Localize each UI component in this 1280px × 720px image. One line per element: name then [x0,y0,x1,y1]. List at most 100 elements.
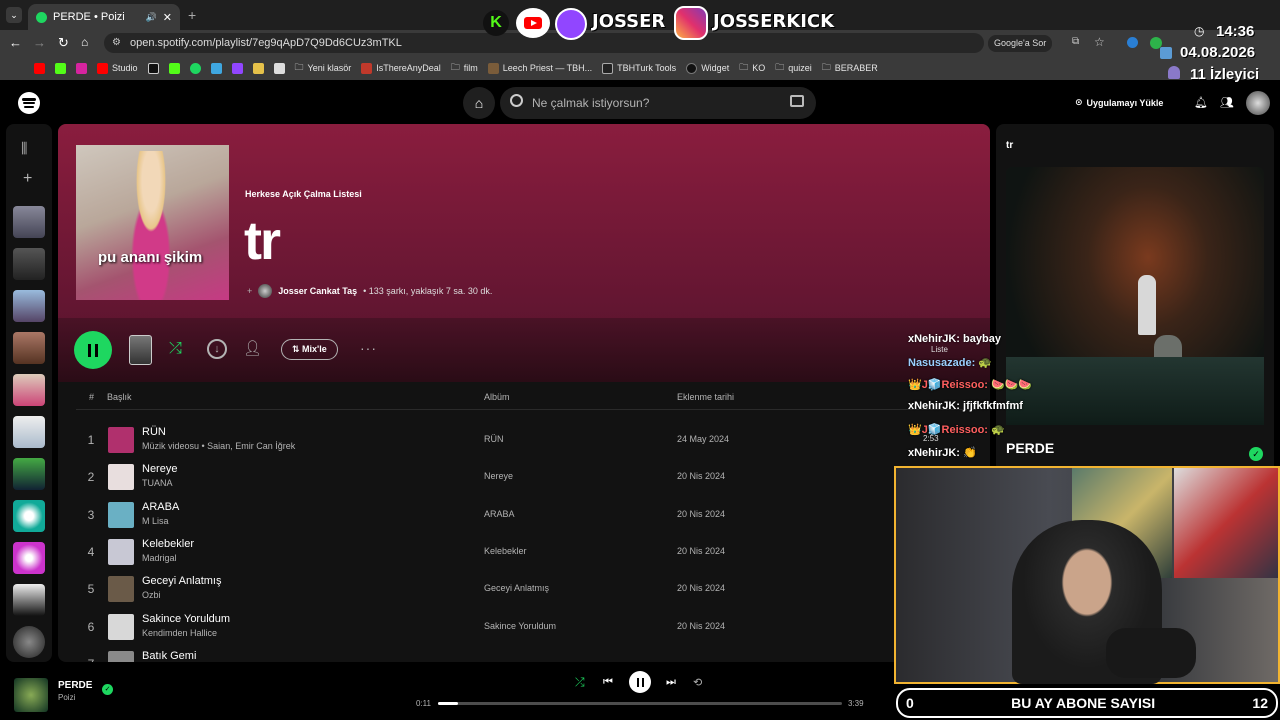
bookmark-studio[interactable]: Studio [97,62,138,74]
spotify-logo-icon[interactable] [18,92,40,114]
track-artist[interactable]: Ozbi [142,590,161,600]
track-album[interactable]: Sakince Yoruldum [484,621,556,631]
extension-icon[interactable] [1127,37,1138,48]
tab-close-icon[interactable]: ✕ [163,11,172,24]
forward-icon[interactable]: → [33,35,46,50]
library-item[interactable] [13,500,45,532]
track-title[interactable]: Batık Gemi [142,650,196,662]
track-artist[interactable]: Madrigal [142,553,177,563]
notifications-icon[interactable]: 🔔︎ [1194,96,1208,109]
col-album[interactable]: Albüm [484,392,510,402]
install-app-button[interactable]: ⊙ Uygulamayı Yükle [1075,97,1163,108]
google-ask-button[interactable]: Google'a Sor [988,35,1053,52]
shuffle-icon[interactable]: ⤮ [169,340,182,358]
bookmark-kick[interactable] [168,62,180,74]
owner-name[interactable]: Josser Cankat Taş [278,286,357,296]
back-icon[interactable]: ← [9,35,22,50]
browse-icon[interactable] [790,95,804,107]
library-item[interactable] [13,458,45,490]
address-field[interactable]: open.spotify.com/playlist/7eg9qApD7Q9Dd6… [104,33,984,53]
owner-avatar[interactable] [258,284,273,298]
bookmark-folder-beraber[interactable]: 🗀 BERABER [822,60,878,76]
track-row[interactable]: 4 Kelebekler Madrigal Kelebekler 20 Nis 2024 [76,536,976,572]
bookmark-folder-yeni-klasor[interactable]: 🗀 Yeni klasör [295,60,352,76]
bookmark-youtube[interactable] [34,62,45,74]
progress-bar[interactable] [438,702,842,705]
track-artist[interactable]: M Lisa [142,516,169,526]
library-item[interactable] [13,332,45,364]
play-pause-button[interactable] [629,671,651,693]
track-title[interactable]: ARABA [142,501,179,513]
col-date-added[interactable]: Eklenme tarihi [677,392,734,402]
audio-playing-icon[interactable]: 🔊 [146,12,157,23]
track-title[interactable]: Sakince Yoruldum [142,613,230,625]
home-button[interactable]: ⌂ [463,87,495,119]
pause-button[interactable] [74,331,112,369]
friend-activity-icon[interactable]: 👥︎ [1220,96,1234,109]
track-artist[interactable]: TUANA [142,478,173,488]
next-icon[interactable]: ⏭︎ [666,676,676,689]
add-user-icon[interactable]: 👤︎ [243,339,262,357]
player-song-title[interactable]: PERDE [58,680,92,691]
library-item[interactable] [13,542,45,574]
create-playlist-icon[interactable]: + [23,170,32,188]
download-icon[interactable]: ↓ [207,339,227,359]
library-item[interactable] [13,206,45,238]
library-item[interactable] [13,626,45,658]
library-item[interactable] [13,584,45,616]
track-row[interactable]: 1 RÜN Müzik videosu • Saian, Emir Can İğre… [76,424,976,460]
bookmark-instagram[interactable] [76,62,87,74]
library-item[interactable] [13,248,45,280]
shuffle-icon[interactable]: ⤮ [575,675,585,690]
track-album[interactable]: Geceyi Anlatmış [484,583,549,593]
track-artist[interactable]: Müzik videosu • Saian, Emir Can İğrek [142,441,295,451]
track-title[interactable]: Nereye [142,463,177,475]
home-browser-icon[interactable]: ⌂ [81,35,88,49]
track-row[interactable]: 3 ARABA M Lisa ARABA 20 Nis 2024 [76,499,976,535]
more-options-icon[interactable]: ··· [360,340,377,356]
player-cover[interactable] [14,678,48,712]
player-artist[interactable]: Poizi [58,693,75,702]
repeat-icon[interactable]: ⟲ [693,676,702,689]
track-album[interactable]: RÜN [484,434,504,444]
bookmark-spotify[interactable] [189,62,201,74]
profile-avatar[interactable] [1246,91,1270,115]
bookmark-folder-ko[interactable]: 🗀 KO [739,60,765,76]
install-app-icon[interactable]: ⧉ [1072,36,1079,47]
now-playing-preview[interactable] [129,335,152,365]
bookmark-app[interactable] [273,62,285,74]
library-item[interactable] [13,416,45,448]
saved-check-icon[interactable]: ✓ [1249,447,1263,461]
bookmark-folder-quizei[interactable]: 🗀 quizei [775,60,812,76]
bookmark-widget[interactable]: Widget [686,62,729,74]
bookmark-app[interactable] [210,62,222,74]
previous-icon[interactable]: ⏮︎ [603,676,613,689]
bookmark-folder-film[interactable]: 🗀 film [451,60,478,76]
track-title[interactable]: RÜN [142,426,166,438]
track-row[interactable]: 6 Sakince Yoruldum Kendimden Hallice Sakinc… [76,611,976,647]
player-saved-icon[interactable]: ✓ [102,684,113,695]
bookmark-isthereanydeal[interactable]: IsThereAnyDeal [361,62,441,74]
bookmark-twitch[interactable] [231,62,243,74]
bookmark-app[interactable] [252,62,264,74]
library-item[interactable] [13,290,45,322]
track-album[interactable]: ARABA [484,509,515,519]
bookmark-kick[interactable] [55,62,66,74]
now-playing-video[interactable] [1006,167,1264,425]
track-title[interactable]: Kelebekler [142,538,194,550]
bookmark-tbhturk-tools[interactable]: TBHTurk Tools [602,62,676,74]
bookmark-star-icon[interactable]: ☆ [1094,35,1105,49]
new-tab-button[interactable]: + [188,7,196,23]
reload-icon[interactable]: ↻ [58,35,69,51]
mix-button[interactable]: ⇅ Mix'le [281,339,338,360]
panel-song-title[interactable]: PERDE [1006,440,1054,456]
site-info-icon[interactable]: ⚙ [112,37,121,48]
search-input[interactable]: Ne çalmak istiyorsun? [500,87,816,119]
track-artist[interactable]: Kendimden Hallice [142,628,217,638]
track-title[interactable]: Geceyi Anlatmış [142,575,221,587]
track-album[interactable]: Kelebekler [484,546,527,556]
track-album[interactable]: Nereye [484,471,513,481]
bookmark-leech-priest[interactable]: Leech Priest — TBH... [487,62,592,74]
library-icon[interactable]: ⫼ [21,140,27,157]
add-collaborator-icon[interactable]: + [247,286,252,296]
